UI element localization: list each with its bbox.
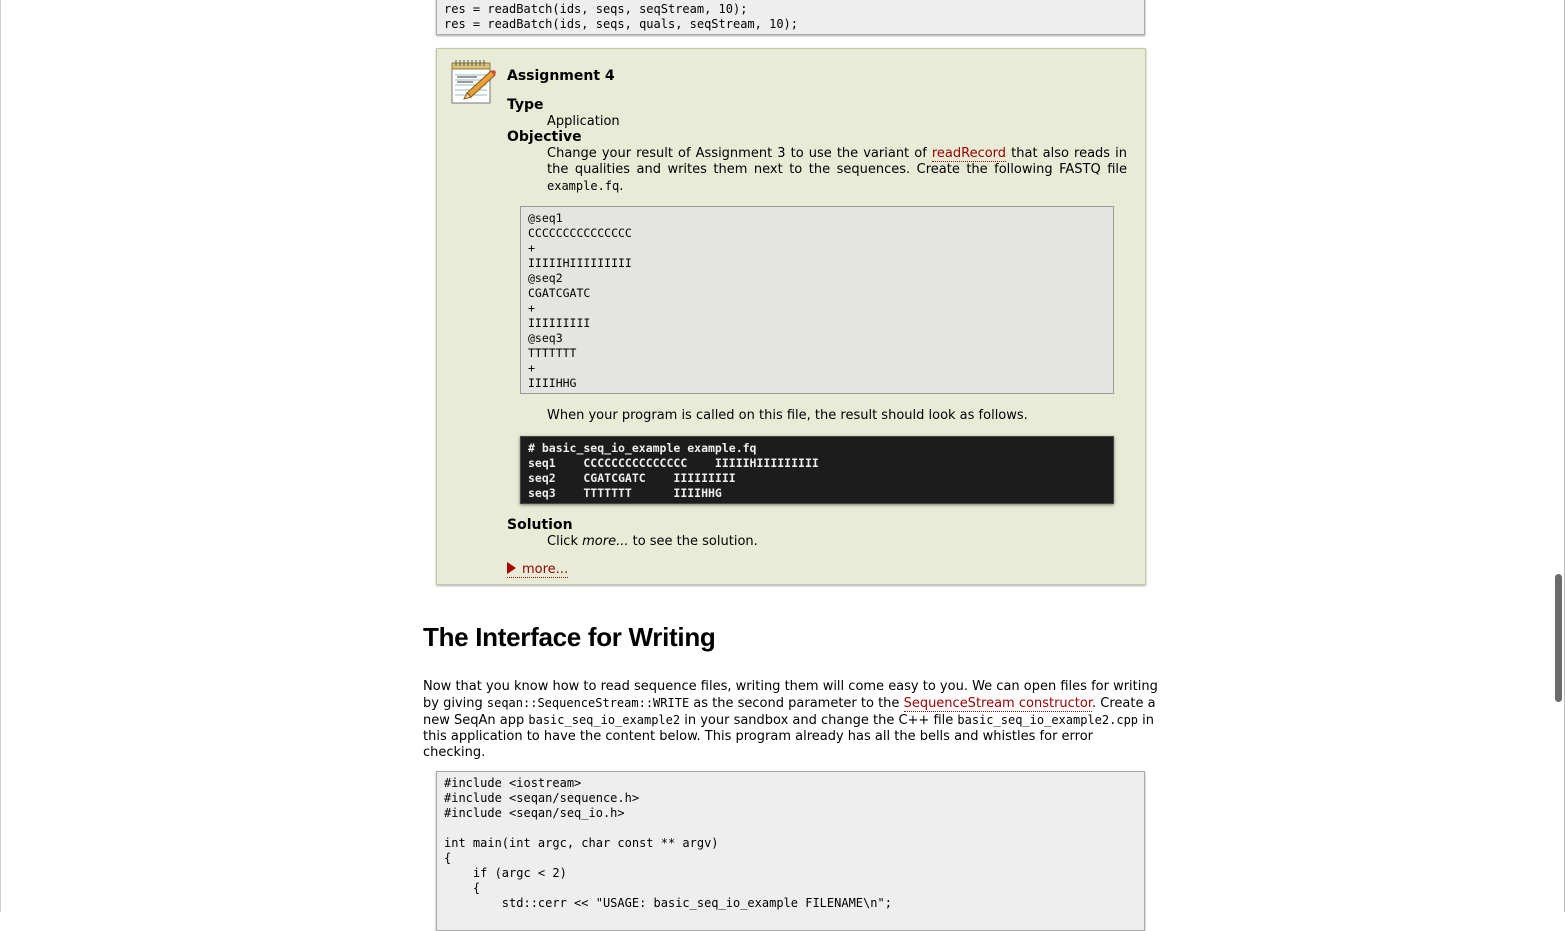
section-paragraph: Now that you know how to read sequence f… <box>423 679 1158 761</box>
sequencestream-constructor-link[interactable]: SequenceStream constructor <box>903 696 1092 712</box>
inline-code: basic_seq_io_example2.cpp <box>957 713 1139 727</box>
type-term: Type <box>507 97 544 113</box>
inline-code: basic_seq_io_example2 <box>528 713 681 727</box>
assignment-title: Assignment 4 <box>507 68 615 84</box>
solution-text: Click more... to see the solution. <box>547 534 1127 550</box>
code-block-example2: #include <iostream> #include <seqan/sequ… <box>436 771 1145 931</box>
section-heading: The Interface for Writing <box>423 622 716 652</box>
solution-text-part: to see the solution. <box>628 534 758 549</box>
assignment-box: Assignment 4 Type Application Objective … <box>436 48 1146 585</box>
code-block-readbatch: res = readBatch(ids, seqs, seqStream, 10… <box>436 0 1145 35</box>
paragraph-text: as the second parameter to the <box>689 696 904 711</box>
objective-text-part: . <box>619 179 624 194</box>
solution-term: Solution <box>507 517 573 533</box>
readrecord-link[interactable]: readRecord <box>931 146 1007 162</box>
more-label: more... <box>522 562 569 577</box>
fastq-file-block: @seq1 CCCCCCCCCCCCCCC + IIIIIHIIIIIIIII … <box>520 206 1114 394</box>
console-output-block: # basic_seq_io_example example.fq seq1 C… <box>520 436 1114 504</box>
objective-term: Objective <box>507 129 582 145</box>
more-toggle[interactable]: more... <box>507 562 569 578</box>
window-left-edge <box>0 0 1 912</box>
result-description: When your program is called on this file… <box>547 408 1028 423</box>
vertical-scrollbar[interactable] <box>1555 574 1562 702</box>
notepad-pencil-icon <box>451 60 496 104</box>
filename-code: example.fq <box>547 179 620 193</box>
paragraph-text: in your sandbox and change the C++ file <box>680 713 958 728</box>
solution-text-part: Click <box>547 534 583 549</box>
inline-code: seqan::SequenceStream::WRITE <box>486 696 690 710</box>
objective-text: Change your result of Assignment 3 to us… <box>547 146 1127 195</box>
objective-text-part: Change your result of Assignment 3 to us… <box>547 146 932 161</box>
type-value: Application <box>547 114 620 129</box>
solution-emphasis: more... <box>582 534 629 549</box>
triangle-right-icon <box>507 562 516 574</box>
